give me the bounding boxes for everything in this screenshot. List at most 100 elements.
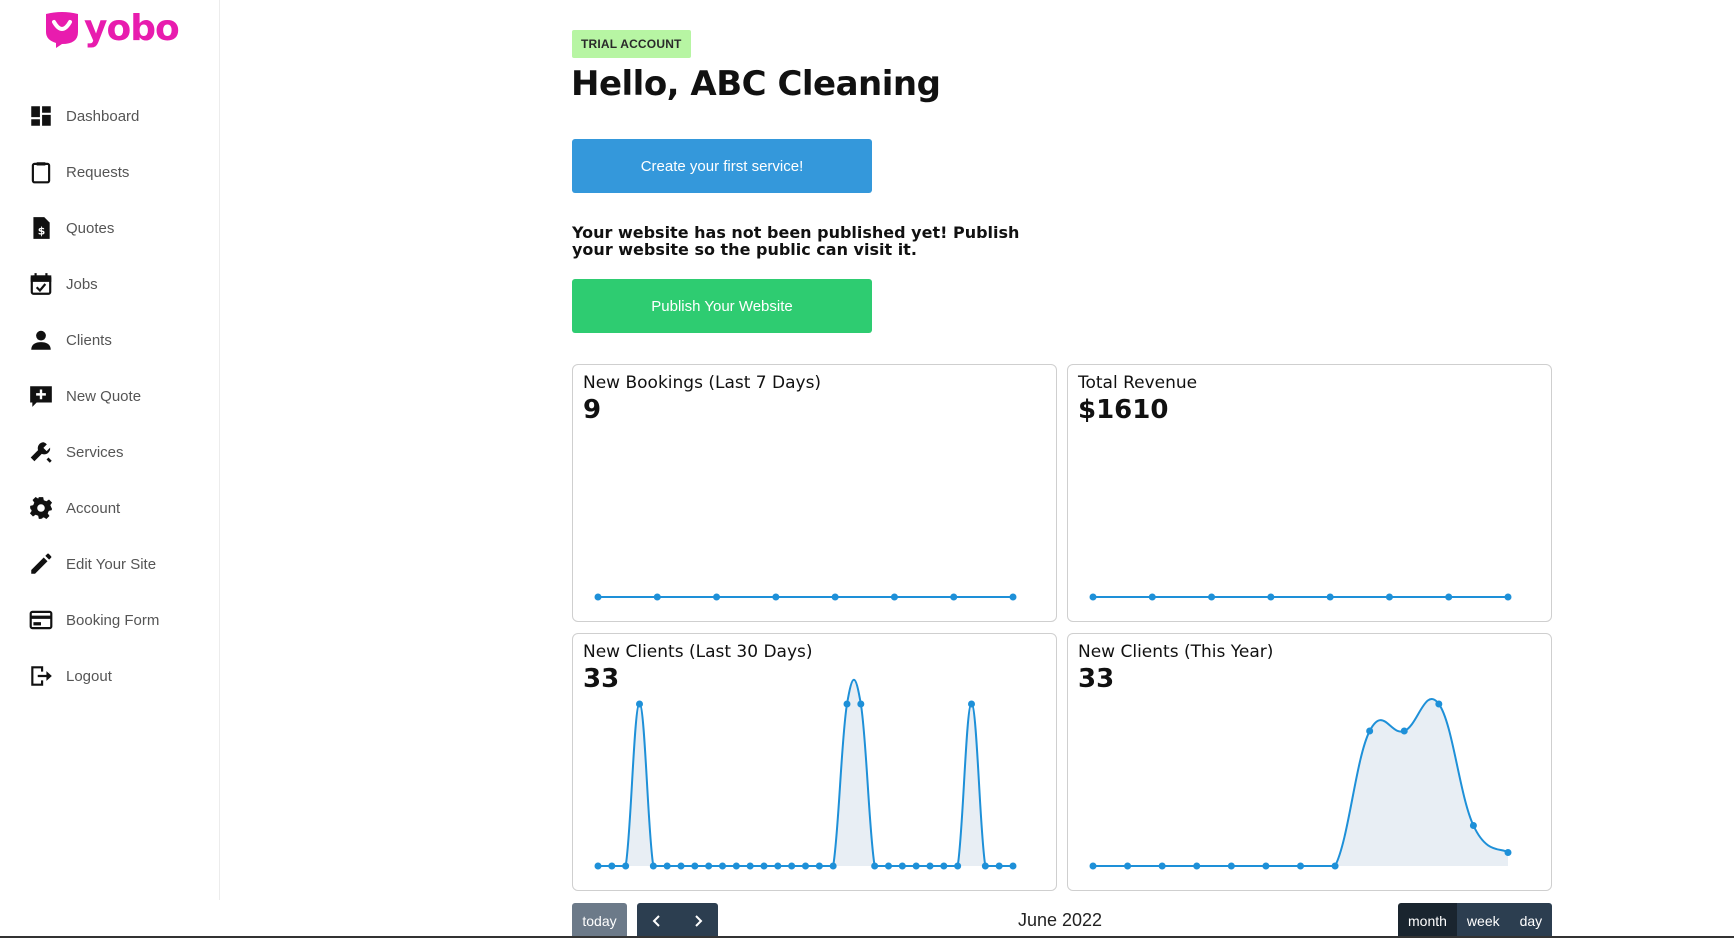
chart-point [940, 862, 948, 870]
chart-point [1400, 727, 1408, 735]
gear-icon [29, 496, 53, 520]
chart-point [760, 862, 768, 870]
sidebar-item-new-quote[interactable]: New Quote [28, 368, 159, 424]
card-title: New Clients (This Year) [1078, 642, 1274, 662]
chart-point [1089, 862, 1097, 870]
view-week-button[interactable]: week [1456, 903, 1510, 938]
card-new-clients-30-days: New Clients (Last 30 Days) 33 [572, 633, 1057, 891]
chart-point [1326, 593, 1334, 601]
chart-point [705, 862, 713, 870]
chart-point [890, 593, 898, 601]
chart-point [829, 862, 837, 870]
card-title: New Clients (Last 30 Days) [583, 642, 813, 662]
chart-point [1089, 593, 1097, 601]
yobo-logo-icon [46, 12, 78, 48]
chart-point [1193, 862, 1201, 870]
sidebar-item-label: New Quote [66, 387, 142, 405]
card-value: 33 [583, 664, 620, 694]
wrench-icon [30, 442, 52, 463]
sidebar-item-label: Booking Form [66, 611, 160, 629]
chart-point [594, 593, 602, 601]
chart-point [663, 862, 671, 870]
chart-point [1124, 862, 1132, 870]
sidebar-item-label: Edit Your Site [66, 555, 157, 573]
chart-point [1445, 593, 1453, 601]
calendar-prev-button[interactable] [637, 903, 678, 938]
chart-point [719, 862, 726, 870]
chart-area [1093, 699, 1508, 866]
view-month-button[interactable]: month [1398, 903, 1457, 938]
chart-point [1504, 593, 1512, 601]
chart-point [950, 593, 958, 601]
chart-point [885, 862, 892, 870]
chart-point [594, 862, 602, 870]
calendar-title: June 2022 [1017, 910, 1103, 930]
sidebar-item-services[interactable]: Services [28, 424, 159, 480]
publish-notice: Your website has not been published yet!… [572, 223, 1020, 259]
sidebar-item-label: Jobs [66, 275, 98, 293]
chart-point [691, 862, 699, 870]
chart-point [1009, 593, 1017, 601]
chart-area [598, 679, 1013, 866]
clipboard-icon [31, 162, 51, 184]
new-clients-30-days-chart [594, 679, 1017, 870]
chart-point [1504, 849, 1512, 856]
chart-point [981, 862, 989, 870]
yobo-logo[interactable]: yobo [42, 8, 180, 49]
sidebar-item-label: Dashboard [66, 107, 140, 125]
sidebar-nav: Dashboard Requests $ Quotes Jobs Clients… [28, 88, 159, 704]
chart-point [1267, 593, 1275, 601]
chart-point [713, 593, 721, 601]
sidebar-item-label: Clients [66, 331, 112, 349]
chart-point [788, 862, 796, 870]
brand-name: yobo [84, 8, 180, 49]
chart-line [597, 679, 1013, 868]
sidebar-item-label: Account [66, 499, 121, 517]
chart-point [968, 700, 975, 708]
sidebar: yobo Dashboard Requests $ Quotes Jobs Cl… [0, 0, 220, 900]
new-bookings-chart [594, 593, 1017, 601]
calendar-check-icon [30, 273, 52, 295]
sidebar-item-jobs[interactable]: Jobs [28, 256, 159, 312]
chart-point [636, 700, 643, 708]
new-clients-this-year-chart [1089, 698, 1512, 870]
dashboard-icon [31, 106, 51, 126]
sidebar-item-quotes[interactable]: $ Quotes [28, 200, 159, 256]
sidebar-item-clients[interactable]: Clients [28, 312, 159, 368]
view-day-button[interactable]: day [1509, 903, 1553, 938]
chart-point [608, 862, 616, 870]
calendar-next-button[interactable] [678, 903, 719, 938]
card-total-revenue: Total Revenue $1610 [1067, 364, 1552, 622]
publish-website-button[interactable]: Publish Your Website [572, 279, 872, 333]
chart-point [1297, 862, 1304, 870]
chart-point [774, 862, 782, 870]
invoice-dollar-icon: $ [33, 217, 50, 239]
sidebar-item-label: Requests [66, 163, 130, 181]
chart-point [995, 862, 1003, 870]
chart-point [871, 862, 879, 870]
add-box-icon [30, 386, 52, 407]
sidebar-item-requests[interactable]: Requests [28, 144, 159, 200]
chart-point [1331, 862, 1339, 870]
chart-point [1208, 593, 1216, 601]
chart-point [926, 862, 934, 870]
chart-point [1435, 700, 1443, 708]
create-service-button[interactable]: Create your first service! [572, 139, 872, 193]
sidebar-item-booking-form[interactable]: Booking Form [28, 592, 159, 648]
chart-point [1469, 822, 1477, 829]
chart-point [1148, 593, 1156, 601]
sidebar-item-edit-site[interactable]: Edit Your Site [28, 536, 159, 592]
sidebar-item-logout[interactable]: Logout [28, 648, 159, 704]
chart-point [649, 862, 657, 870]
calendar-today-button[interactable]: today [572, 903, 627, 938]
page-title: Hello, ABC Cleaning [571, 64, 941, 104]
person-icon [31, 330, 51, 350]
chart-point [857, 700, 865, 708]
sidebar-item-account[interactable]: Account [28, 480, 159, 536]
chart-point [772, 593, 780, 601]
chart-point [831, 593, 839, 601]
card-value: 9 [583, 395, 602, 425]
form-icon [29, 610, 53, 630]
sidebar-item-dashboard[interactable]: Dashboard [28, 88, 159, 144]
chart-point [653, 593, 661, 601]
